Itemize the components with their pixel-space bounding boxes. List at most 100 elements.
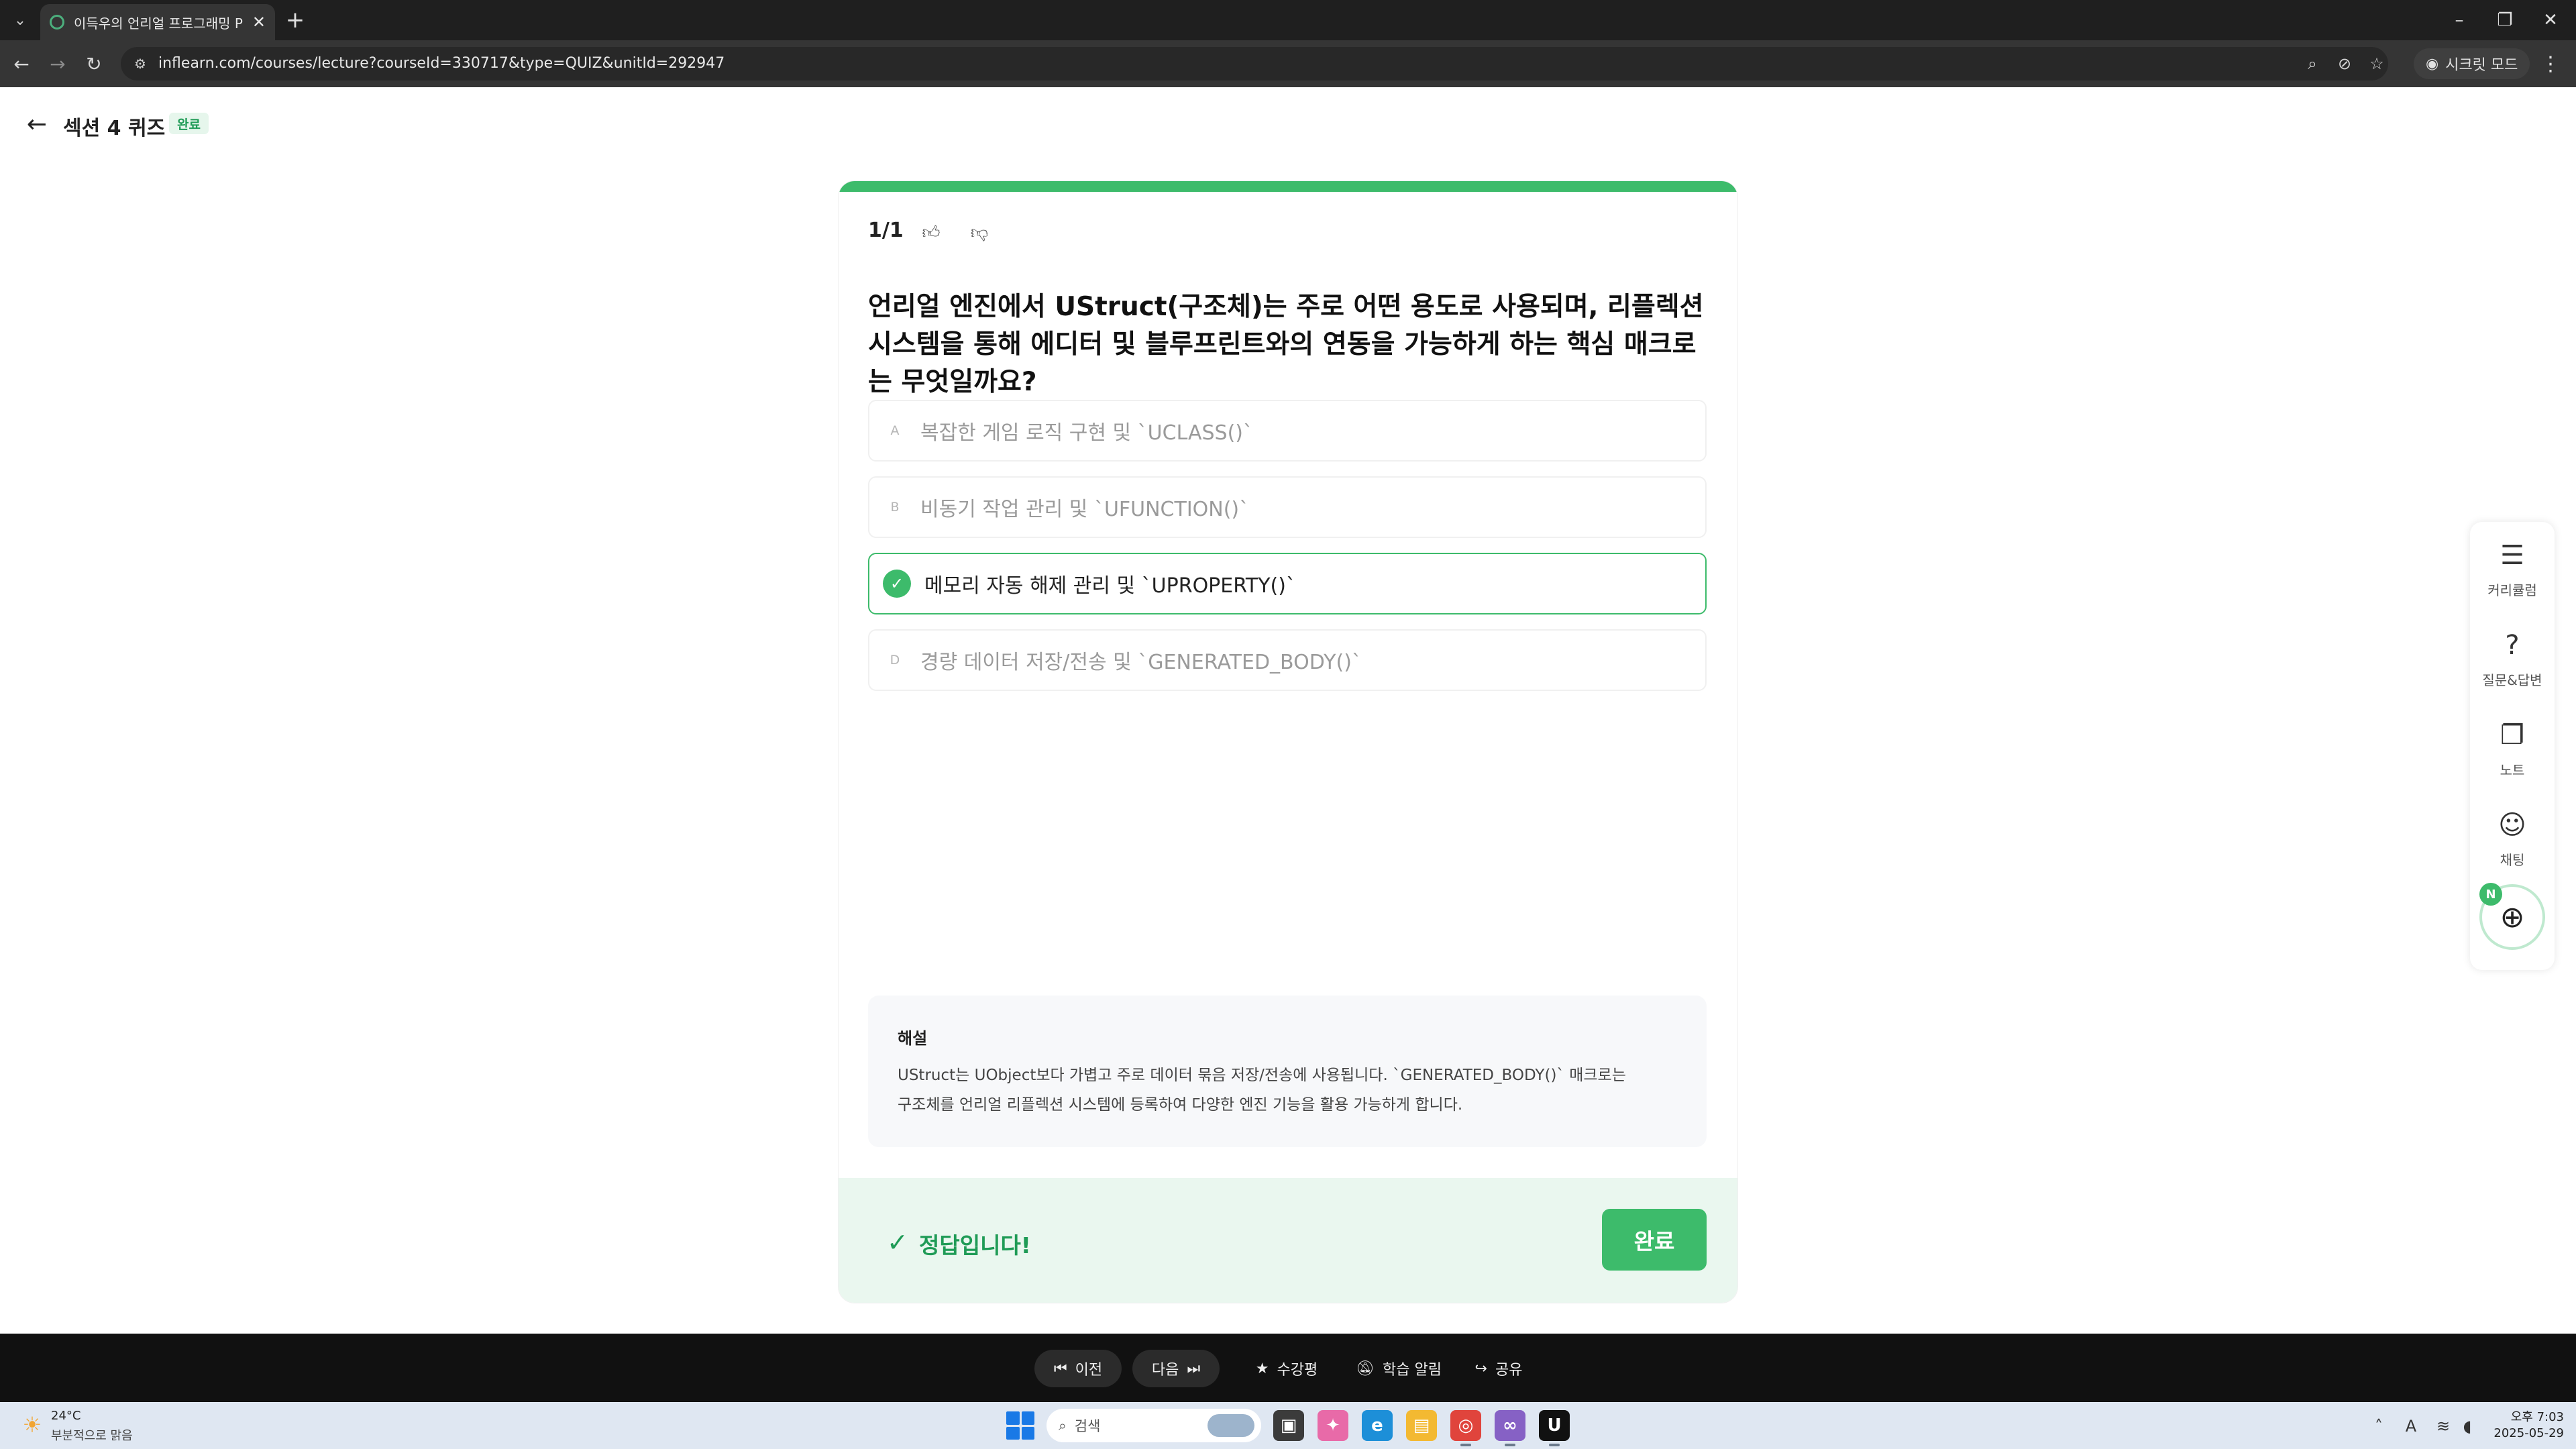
bell-off-icon: 🔕︎ bbox=[1356, 1360, 1375, 1377]
reload-icon[interactable]: ↻ bbox=[79, 49, 109, 78]
page-header: ← 섹션 4 퀴즈 완료 bbox=[0, 87, 2576, 161]
review-label: 수강평 bbox=[1277, 1362, 1318, 1379]
browser-menu-icon[interactable]: ⋮ bbox=[2536, 49, 2565, 78]
side-item-label: 노트 bbox=[2500, 762, 2525, 778]
quiz-progress-fill bbox=[839, 181, 1737, 192]
forward-nav-icon[interactable]: → bbox=[43, 49, 72, 78]
browser-tab[interactable]: 이득우의 언리얼 프로그래밍 P ✕ bbox=[40, 4, 275, 40]
result-bar: ✓ 정답입니다! 완료 bbox=[839, 1178, 1737, 1303]
tab-search-icon[interactable]: ⌄ bbox=[7, 7, 34, 34]
status-badge: 완료 bbox=[169, 113, 209, 134]
side-item-label: 커리큘럼 bbox=[2487, 582, 2537, 598]
clock-date[interactable]: 2025-05-29 bbox=[2490, 1426, 2564, 1440]
site-info-icon[interactable]: ⚙ bbox=[130, 54, 150, 74]
option-text: 복잡한 게임 로직 구현 및 `UCLASS()` bbox=[920, 421, 1254, 445]
quiz-progress-bar bbox=[839, 181, 1737, 192]
windows-start-icon[interactable] bbox=[1006, 1411, 1034, 1440]
clock-time[interactable]: 오후 7:03 bbox=[2490, 1407, 2564, 1425]
thumbs-up-icon[interactable]: 👍︎ bbox=[914, 215, 949, 250]
address-bar[interactable]: ⚙ inflearn.com/courses/lecture?courseId=… bbox=[121, 47, 2388, 80]
done-button[interactable]: 완료 bbox=[1602, 1209, 1707, 1271]
chrome-icon[interactable]: ◎ bbox=[1450, 1410, 1481, 1441]
quiz-card: 1/1 👍︎ 👎︎ 언리얼 엔진에서 UStruct(구조체)는 주로 어떤 용… bbox=[839, 181, 1737, 1303]
side-item-qna[interactable]: ? 질문&답변 bbox=[2470, 619, 2555, 699]
incognito-icon: ◉ bbox=[2426, 55, 2439, 72]
study-alarm-button[interactable]: 🔕︎ 학습 알림 bbox=[1348, 1350, 1449, 1387]
option-b[interactable]: B 비동기 작업 관리 및 `UFUNCTION()` bbox=[868, 476, 1707, 538]
weather-partly-sunny-icon[interactable]: ☀ bbox=[19, 1411, 46, 1438]
question-counter: 1/1 bbox=[868, 219, 904, 242]
share-label: 공유 bbox=[1495, 1362, 1523, 1379]
visual-studio-icon[interactable]: ∞ bbox=[1495, 1410, 1525, 1441]
option-d[interactable]: D 경량 데이터 저장/전송 및 `GENERATED_BODY()` bbox=[868, 629, 1707, 691]
prev-button[interactable]: ⏮ 이전 bbox=[1034, 1350, 1122, 1387]
question-bubble-icon: ? bbox=[2505, 630, 2520, 661]
tab-close-icon[interactable]: ✕ bbox=[252, 13, 266, 32]
question-text: 언리얼 엔진에서 UStruct(구조체)는 주로 어떤 용도로 사용되며, 리… bbox=[868, 292, 1704, 397]
share-button[interactable]: ↪ 공유 bbox=[1466, 1350, 1531, 1387]
search-icon: ⌕ bbox=[1059, 1417, 1067, 1434]
smile-icon: ☺ bbox=[2498, 810, 2526, 841]
next-button[interactable]: 다음 ⏭ bbox=[1132, 1350, 1220, 1387]
taskbar-search[interactable]: ⌕ 검색 bbox=[1046, 1409, 1261, 1442]
globe-icon: ⊕ bbox=[2500, 900, 2525, 934]
explanation-title: 해설 bbox=[898, 1029, 928, 1048]
eye-slash-icon[interactable]: ⊘ bbox=[2333, 52, 2356, 75]
copilot-icon[interactable]: ✦ bbox=[1318, 1410, 1348, 1441]
option-c-selected[interactable]: ✓ 메모리 자동 해제 관리 및 `UPROPERTY()` bbox=[868, 553, 1707, 614]
side-item-label: 질문&답변 bbox=[2482, 672, 2542, 688]
minimize-icon[interactable]: – bbox=[2439, 5, 2479, 35]
unreal-running-indicator bbox=[1549, 1444, 1560, 1446]
new-tab-plus-icon[interactable]: + bbox=[282, 7, 309, 34]
wifi-icon[interactable]: ≋ bbox=[2431, 1415, 2455, 1437]
option-letter: A bbox=[890, 423, 900, 438]
search-highlight-image bbox=[1208, 1414, 1254, 1437]
section-title: 섹션 4 퀴즈 bbox=[63, 117, 166, 140]
option-a[interactable]: A 복잡한 게임 로직 구현 및 `UCLASS()` bbox=[868, 400, 1707, 462]
tray-chevron-up-icon[interactable]: ˄ bbox=[2367, 1415, 2391, 1437]
explanation-line-1: UStruct는 UObject보다 가볍고 주로 데이터 묶음 저장/전송에 … bbox=[898, 1067, 1626, 1084]
bookmark-star-icon[interactable]: ☆ bbox=[2365, 52, 2388, 75]
skip-next-icon: ⏭ bbox=[1187, 1360, 1201, 1377]
alarm-label: 학습 알림 bbox=[1382, 1362, 1442, 1379]
browser-tab-bar: ⌄ 이득우의 언리얼 프로그래밍 P ✕ + – ❐ ✕ bbox=[0, 0, 2576, 40]
back-arrow-icon[interactable]: ← bbox=[23, 110, 51, 138]
side-item-note[interactable]: ❐ 노트 bbox=[2470, 708, 2555, 789]
vs-running-indicator bbox=[1505, 1444, 1515, 1446]
volume-icon[interactable]: ◖ bbox=[2455, 1415, 2479, 1437]
star-icon: ★ bbox=[1255, 1360, 1269, 1377]
skip-previous-icon: ⏮ bbox=[1053, 1360, 1067, 1377]
lecture-bottom-bar: ⏮ 이전 다음 ⏭ ★ 수강평 🔕︎ 학습 알림 ↪ 공유 bbox=[0, 1334, 2576, 1402]
task-view-icon[interactable]: ▣ bbox=[1273, 1410, 1304, 1441]
ime-indicator[interactable]: A bbox=[2399, 1415, 2423, 1437]
restore-icon[interactable]: ❐ bbox=[2485, 5, 2525, 35]
weather-temp: 24°C bbox=[51, 1409, 81, 1423]
zoom-icon[interactable]: ⌕ bbox=[2301, 52, 2324, 75]
option-text: 경량 데이터 저장/전송 및 `GENERATED_BODY()` bbox=[920, 651, 1362, 674]
checklist-icon: ☰ bbox=[2500, 540, 2524, 571]
back-nav-icon[interactable]: ← bbox=[7, 49, 36, 78]
side-item-curriculum[interactable]: ☰ 커리큘럼 bbox=[2470, 529, 2555, 609]
note-icon: ❐ bbox=[2500, 720, 2524, 751]
unreal-engine-icon[interactable]: U bbox=[1539, 1410, 1570, 1441]
edge-icon[interactable]: e bbox=[1362, 1410, 1393, 1441]
incognito-badge[interactable]: ◉ 시크릿 모드 bbox=[2414, 48, 2530, 79]
tab-title: 이득우의 언리얼 프로그래밍 P bbox=[74, 15, 243, 32]
option-letter: D bbox=[890, 653, 900, 667]
new-badge: N bbox=[2479, 883, 2502, 906]
review-button[interactable]: ★ 수강평 bbox=[1246, 1350, 1327, 1387]
browser-toolbar: ← → ↻ ⚙ inflearn.com/courses/lecture?cou… bbox=[0, 40, 2576, 87]
windows-taskbar: ☀ 24°C 부분적으로 맑음 ⌕ 검색 ▣ ✦ e ▤ ◎ ∞ U ˄ A ≋… bbox=[0, 1402, 2576, 1449]
thumbs-down-icon[interactable]: 👎︎ bbox=[962, 215, 997, 250]
url-text[interactable]: inflearn.com/courses/lecture?courseId=33… bbox=[158, 55, 724, 72]
option-text: 비동기 작업 관리 및 `UFUNCTION()` bbox=[920, 498, 1250, 521]
side-item-chat[interactable]: ☺ 채팅 bbox=[2470, 798, 2555, 879]
search-placeholder: 검색 bbox=[1074, 1418, 1101, 1434]
file-explorer-icon[interactable]: ▤ bbox=[1406, 1410, 1437, 1441]
check-circle-icon: ✓ bbox=[883, 570, 911, 598]
explanation-line-2: 구조체를 언리얼 리플렉션 시스템에 등록하여 다양한 엔진 기능을 활용 가능… bbox=[898, 1096, 1463, 1114]
side-panel: ☰ 커리큘럼 ? 질문&답변 ❐ 노트 ☺ 채팅 ⊕ N bbox=[2470, 522, 2555, 970]
option-text: 메모리 자동 해제 관리 및 `UPROPERTY()` bbox=[924, 574, 1296, 598]
window-close-icon[interactable]: ✕ bbox=[2530, 5, 2571, 35]
correct-check-icon: ✓ bbox=[887, 1228, 908, 1257]
